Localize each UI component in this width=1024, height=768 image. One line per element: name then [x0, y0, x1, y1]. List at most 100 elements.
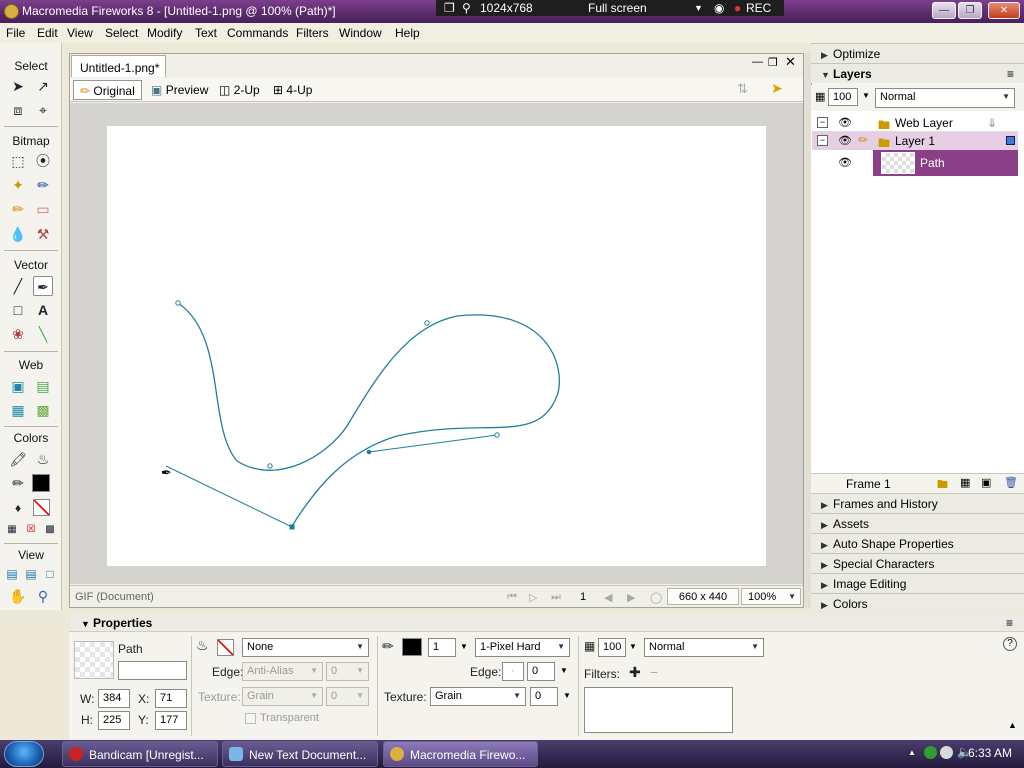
- menu-text[interactable]: Text: [195, 26, 217, 40]
- remove-filter-icon[interactable]: −: [650, 664, 658, 680]
- new-bitmap-image-icon[interactable]: ▦: [960, 476, 970, 489]
- camera-icon[interactable]: ◉: [714, 1, 724, 15]
- opacity-dropdown-icon[interactable]: ▼: [629, 642, 637, 651]
- frames-history-panel-header[interactable]: ▶ Frames and History: [811, 493, 1024, 513]
- slice-tool-icon[interactable]: ▤: [33, 376, 53, 396]
- object-name-field[interactable]: [118, 661, 187, 680]
- next-frame-icon[interactable]: ▶: [627, 591, 635, 604]
- window-select-icon[interactable]: ❐: [444, 1, 455, 15]
- hotspot-tool-icon[interactable]: ▣: [8, 376, 28, 396]
- stroke-texture-dropdown-icon[interactable]: ▼: [563, 691, 571, 700]
- recorder-resolution[interactable]: 1024x768: [480, 1, 533, 15]
- zoom-select[interactable]: 100%: [741, 588, 801, 605]
- menu-help[interactable]: Help: [395, 26, 420, 40]
- lasso-tool-icon[interactable]: ⦿: [33, 151, 53, 171]
- default-colors-icon[interactable]: ▦: [2, 520, 22, 540]
- path-drawing[interactable]: ✒: [107, 126, 766, 566]
- document-tab[interactable]: Untitled-1.png*: [71, 55, 166, 77]
- optimize-panel-header[interactable]: ▶ Optimize: [811, 43, 1024, 63]
- prev-frame-icon[interactable]: ◀: [604, 591, 612, 604]
- record-button[interactable]: REC: [746, 1, 771, 15]
- trash-icon[interactable]: 🗑: [1004, 476, 1018, 489]
- auto-shape-panel-header[interactable]: ▶ Auto Shape Properties: [811, 533, 1024, 553]
- task-fireworks[interactable]: Macromedia Firewo...: [383, 741, 538, 767]
- quick-export-icon[interactable]: ⇅: [737, 81, 748, 97]
- fill-texture-amount[interactable]: 0: [326, 687, 369, 706]
- start-button[interactable]: [4, 741, 44, 767]
- fill-color-swatch[interactable]: [217, 639, 234, 656]
- assets-panel-header[interactable]: ▶ Assets: [811, 513, 1024, 533]
- fill-bucket-icon[interactable]: ♨: [196, 637, 209, 654]
- pencil-tool-icon[interactable]: ✏: [8, 199, 28, 219]
- menu-window[interactable]: Window: [339, 26, 382, 40]
- layer-blend-select[interactable]: Normal: [875, 88, 1015, 108]
- layer-row-path[interactable]: Path: [873, 150, 1018, 176]
- brush-tool-icon[interactable]: ✏: [33, 175, 53, 195]
- task-bandicam[interactable]: Bandicam [Unregist...: [62, 741, 218, 767]
- menu-file[interactable]: File: [6, 26, 25, 40]
- canvas[interactable]: ✒: [107, 126, 766, 566]
- blur-tool-icon[interactable]: 💧: [8, 224, 28, 244]
- minimize-button[interactable]: —: [932, 2, 956, 19]
- stroke-edge-icon[interactable]: ·: [502, 662, 524, 681]
- menu-modify[interactable]: Modify: [147, 26, 182, 40]
- zoom-icon[interactable]: ⚲: [462, 1, 471, 15]
- transparent-checkbox[interactable]: [245, 713, 256, 724]
- hide-hotspots-icon[interactable]: ▦: [8, 400, 28, 420]
- layers-panel-header[interactable]: ▼ Layers ≡: [811, 63, 1024, 83]
- stroke-edge-amount[interactable]: 0: [527, 662, 555, 681]
- doc-minimize-button[interactable]: —: [752, 56, 763, 68]
- stroke-color-swatch[interactable]: [402, 638, 422, 656]
- menu-commands[interactable]: Commands: [227, 26, 288, 40]
- menu-filters[interactable]: Filters: [296, 26, 329, 40]
- menu-select[interactable]: Select: [105, 26, 138, 40]
- fill-edge-amount[interactable]: 0: [326, 662, 369, 681]
- paint-bucket-tool-icon[interactable]: ♨: [33, 449, 53, 469]
- view-2up-tab[interactable]: ◫ 2-Up: [219, 83, 260, 97]
- fill-category-select[interactable]: None: [242, 638, 369, 657]
- doc-close-button[interactable]: ✕: [785, 54, 796, 70]
- text-tool-icon[interactable]: A: [33, 300, 53, 320]
- knife-tool-icon[interactable]: ╲: [33, 324, 53, 344]
- stroke-texture-amount[interactable]: 0: [530, 687, 558, 706]
- eye-icon[interactable]: 👁: [838, 156, 852, 169]
- freeform-tool-icon[interactable]: ❀: [8, 324, 28, 344]
- stroke-color-icon[interactable]: ✏: [8, 473, 28, 493]
- last-frame-icon[interactable]: ⏭: [551, 591, 561, 604]
- canvas-size[interactable]: 660 x 440: [667, 588, 739, 605]
- restore-button[interactable]: ❐: [958, 2, 982, 19]
- view-preview-tab[interactable]: ▣ Preview: [151, 83, 208, 97]
- edit-pencil-icon[interactable]: ✏: [858, 133, 868, 147]
- menu-view[interactable]: View: [67, 26, 93, 40]
- full-screen-menus-icon[interactable]: ▤: [21, 564, 41, 584]
- standard-screen-mode-icon[interactable]: ▤: [2, 564, 22, 584]
- network-icon[interactable]: [924, 746, 937, 759]
- stroke-pencil-icon[interactable]: ✏: [382, 638, 394, 655]
- eraser-tool-icon[interactable]: ▭: [33, 199, 53, 219]
- pen-tool-icon[interactable]: ✒: [33, 276, 53, 296]
- frame-label[interactable]: Frame 1: [846, 477, 891, 491]
- stroke-size-field[interactable]: 1: [428, 638, 456, 657]
- full-screen-mode-icon[interactable]: □: [40, 564, 60, 584]
- play-icon[interactable]: ▷: [529, 591, 537, 604]
- layer-row-layer1[interactable]: − 👁 ✏ 🖿 Layer 1: [812, 132, 1018, 150]
- crop-tool-icon[interactable]: ⌖: [33, 100, 53, 120]
- marquee-tool-icon[interactable]: ⬚: [8, 151, 28, 171]
- swap-colors-icon[interactable]: ▩: [40, 520, 60, 540]
- panel-divider[interactable]: [804, 53, 811, 608]
- fill-edge-select[interactable]: Anti-Alias: [242, 662, 323, 681]
- show-hotspots-icon[interactable]: ▩: [33, 400, 53, 420]
- collapse-toggle[interactable]: −: [817, 135, 828, 146]
- special-characters-panel-header[interactable]: ▶ Special Characters: [811, 553, 1024, 573]
- object-blend-select[interactable]: Normal: [644, 638, 764, 657]
- clock[interactable]: 6:33 AM: [968, 746, 1012, 760]
- mode-dropdown-icon[interactable]: ▼: [694, 3, 703, 13]
- help-icon[interactable]: ?: [1003, 637, 1017, 651]
- stop-icon[interactable]: ◯: [650, 591, 662, 604]
- layer-row-web[interactable]: − 👁 🖿 Web Layer ⇓: [812, 114, 1018, 132]
- no-stroke-fill-icon[interactable]: ☒: [21, 520, 41, 540]
- hand-tool-icon[interactable]: ✋: [8, 586, 28, 606]
- new-layer-icon[interactable]: ▣: [981, 476, 991, 489]
- object-opacity-field[interactable]: 100: [598, 638, 626, 657]
- properties-header[interactable]: ▼ Properties ≡: [69, 613, 1024, 632]
